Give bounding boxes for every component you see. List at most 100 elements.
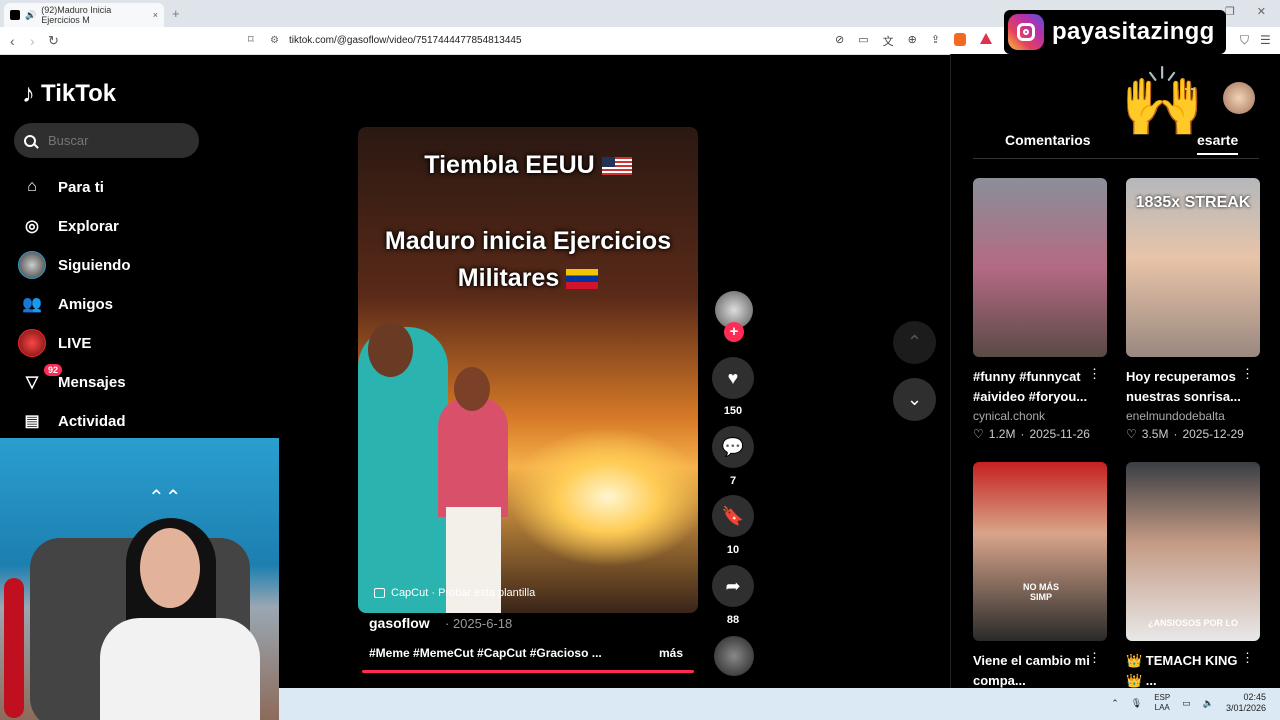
more-link[interactable]: más: [659, 646, 683, 660]
save-button[interactable]: 🔖: [712, 495, 754, 537]
bookmark-icon[interactable]: ⌑: [248, 33, 254, 46]
url-text: tiktok.com/@gasoflow/video/7517444477854…: [288, 35, 522, 46]
tray-chevron-icon[interactable]: ⌃: [1111, 698, 1119, 709]
like-button[interactable]: ♥: [712, 357, 754, 399]
bookmark-icon: 🔖: [721, 505, 745, 526]
card-title: 👑 TEMACH KING 👑 ...: [1126, 653, 1238, 688]
clock[interactable]: 02:45 3/01/2026: [1226, 692, 1266, 714]
capcut-template-link[interactable]: CapCut · Probar esta plantilla: [374, 587, 535, 599]
brand-name: TikTok: [41, 79, 117, 107]
more-options-icon[interactable]: ⋮: [1241, 650, 1254, 666]
previous-video-button[interactable]: ⌃: [893, 321, 936, 364]
people-icon: 👥: [22, 296, 42, 313]
streamer: [100, 508, 260, 720]
right-panel: Comentarios esarte #funny #funnycat #aiv…: [950, 54, 1280, 688]
share-button[interactable]: ➦: [712, 565, 754, 607]
tiktok-logo[interactable]: ♪ TikTok: [22, 78, 116, 109]
avatar: [18, 251, 46, 279]
card-meta: ♡ 1.2M · 2025-11-26: [973, 427, 1090, 441]
comment-button[interactable]: 💬: [712, 426, 754, 468]
sidebar-item-para-ti[interactable]: ⌂ Para ti: [18, 172, 104, 202]
sidebar-item-label: Mensajes: [58, 373, 126, 391]
explosion: [508, 427, 698, 567]
live-avatar: [18, 329, 46, 357]
heart-outline-icon: ♡: [1126, 427, 1137, 441]
site-info-icon[interactable]: ⚙: [270, 35, 279, 46]
sidebar-item-mensajes[interactable]: ▽ 92 Mensajes: [18, 364, 126, 397]
recommended-card[interactable]: 1835x STREAK Hoy recuperamos nuestras so…: [1126, 178, 1260, 441]
share-icon[interactable]: ⇪: [931, 33, 940, 49]
capcut-label: CapCut · Probar esta plantilla: [391, 587, 536, 599]
more-options-icon[interactable]: ⋮: [1241, 366, 1254, 382]
input-language[interactable]: ESP LAA: [1154, 693, 1170, 713]
figure-left-head: [368, 322, 413, 377]
card-thumbnail[interactable]: NO MÁS SIMP: [973, 462, 1107, 641]
card-overlay-text: NO MÁS SIMP: [1023, 582, 1059, 602]
share-arrow-icon: ➦: [725, 575, 741, 596]
browser-tab[interactable]: 🔊 (92)Maduro Inicia Ejercicios M ×: [4, 3, 164, 27]
tab-close-icon[interactable]: ×: [153, 10, 158, 20]
mute-site-icon[interactable]: ⊘: [835, 33, 844, 49]
video-player[interactable]: Tiembla EEUU Maduro inicia Ejercicios Mi…: [358, 127, 698, 613]
translate-icon[interactable]: 文: [883, 33, 894, 49]
card-author[interactable]: enelmundodebalta: [1126, 409, 1260, 423]
back-icon[interactable]: ‹: [10, 33, 15, 49]
audio-icon[interactable]: 🔊: [25, 10, 36, 21]
card-author[interactable]: cynical.chonk: [973, 409, 1107, 423]
network-icon[interactable]: ▭: [1182, 698, 1191, 709]
comment-count: 7: [729, 475, 737, 487]
card-thumbnail[interactable]: 1835x STREAK: [1126, 178, 1260, 357]
tiktok-favicon-icon: [10, 10, 20, 20]
card-thumbnail[interactable]: [973, 178, 1107, 357]
cast-icon[interactable]: ▭: [858, 33, 868, 49]
video-author[interactable]: gasoflow: [369, 615, 430, 631]
venezuela-flag-icon: [566, 269, 599, 290]
more-options-icon[interactable]: ⋮: [1088, 650, 1101, 666]
capcut-icon: [374, 588, 385, 598]
brave-shields-icon[interactable]: [954, 33, 967, 46]
follow-button[interactable]: +: [724, 322, 744, 342]
recommended-card[interactable]: ¿ANSIOSOS POR LO 👑 TEMACH KING 👑 ... ⋮: [1126, 462, 1260, 691]
instagram-handle: payasitazingg: [1052, 18, 1215, 45]
maximize-button[interactable]: ❐: [1225, 5, 1235, 18]
reload-icon[interactable]: ↻: [48, 33, 59, 49]
video-progress-bar[interactable]: [362, 670, 694, 673]
brave-rewards-icon[interactable]: [980, 33, 993, 44]
music-disc-icon[interactable]: [714, 636, 754, 676]
sidebar-item-explorar[interactable]: ◎ Explorar: [18, 211, 119, 241]
card-title: Hoy recuperamos nuestras sonrisa...: [1126, 369, 1241, 404]
next-video-button[interactable]: ⌄: [893, 378, 936, 421]
search-box[interactable]: [14, 123, 199, 158]
sidebar-item-live[interactable]: LIVE: [18, 328, 91, 358]
instagram-overlay: payasitazingg: [1004, 10, 1226, 54]
sidebar-item-label: Explorar: [58, 217, 119, 235]
profile-avatar[interactable]: [1223, 82, 1255, 114]
sidebar-item-siguiendo[interactable]: Siguiendo: [18, 250, 131, 280]
card-thumbnail[interactable]: ¿ANSIOSOS POR LO: [1126, 462, 1260, 641]
video-caption-3: Militares: [358, 260, 698, 298]
heart-outline-icon: ♡: [973, 427, 984, 441]
video-hashtags[interactable]: #Meme #MemeCut #CapCut #Gracioso ...: [369, 646, 602, 660]
sidebar-item-amigos[interactable]: 👥 Amigos: [18, 289, 113, 319]
vpn-icon[interactable]: ⛉: [1240, 33, 1249, 48]
tab-comentarios[interactable]: Comentarios: [1005, 132, 1091, 148]
search-icon: [24, 134, 36, 147]
microphone-icon[interactable]: 🎙: [1131, 698, 1142, 709]
recommended-card[interactable]: #funny #funnycat #aivideo #foryou... ⋮ c…: [973, 178, 1107, 441]
forward-icon[interactable]: ›: [30, 33, 35, 49]
recommended-card[interactable]: NO MÁS SIMP Viene el cambio mi compa... …: [973, 462, 1107, 691]
comment-icon: 💬: [721, 436, 745, 457]
compass-icon: ◎: [25, 218, 39, 235]
tiktok-note-icon: ♪: [22, 78, 35, 108]
panel-tabs: Comentarios esarte: [973, 128, 1259, 159]
video-date: · 2025-6-18: [445, 616, 513, 631]
search-input[interactable]: [46, 132, 180, 149]
close-window-button[interactable]: ✕: [1257, 5, 1266, 18]
sidebar-item-label: Siguiendo: [58, 256, 131, 274]
zoom-icon[interactable]: ⊕: [908, 33, 917, 49]
menu-icon[interactable]: ☰: [1260, 33, 1271, 47]
sidebar-item-actividad[interactable]: ▤ Actividad: [18, 406, 125, 436]
new-tab-button[interactable]: +: [172, 6, 180, 21]
volume-icon[interactable]: 🔈: [1203, 698, 1214, 709]
more-options-icon[interactable]: ⋮: [1088, 366, 1101, 382]
